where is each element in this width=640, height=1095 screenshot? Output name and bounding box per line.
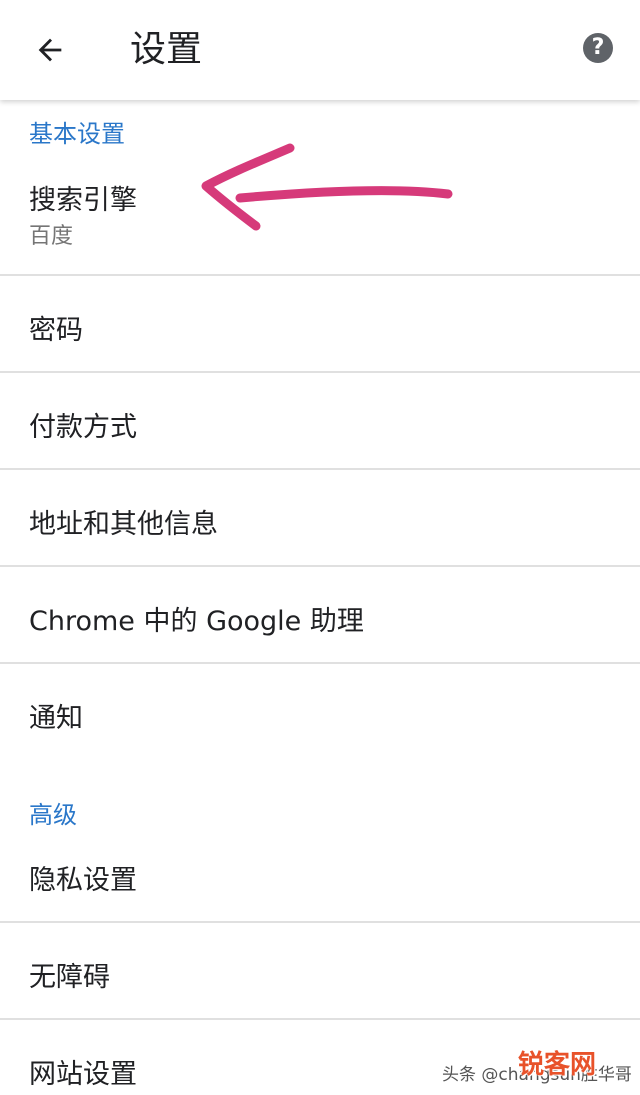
privacy-title: 隐私设置 (29, 865, 137, 896)
notifications-title: 通知 (29, 703, 83, 734)
accessibility-title: 无障碍 (29, 962, 110, 993)
settings-item-addresses[interactable]: 地址和其他信息 (0, 470, 640, 565)
passwords-title: 密码 (29, 315, 83, 346)
settings-item-search-engine[interactable]: 搜索引擎 百度 (0, 148, 640, 274)
settings-item-payment-methods[interactable]: 付款方式 (0, 373, 640, 468)
section-header-basic: 基本设置 (29, 120, 125, 148)
payment-methods-title: 付款方式 (29, 412, 137, 443)
settings-item-notifications[interactable]: 通知 (0, 664, 640, 759)
search-engine-title: 搜索引擎 (29, 185, 137, 216)
assistant-title: Chrome 中的 Google 助理 (29, 606, 364, 637)
search-engine-value: 百度 (29, 224, 74, 249)
arrow-left-icon (38, 38, 62, 62)
settings-item-google-assistant[interactable]: Chrome 中的 Google 助理 (0, 567, 640, 662)
addresses-title: 地址和其他信息 (29, 509, 218, 540)
site-settings-title: 网站设置 (29, 1059, 137, 1090)
settings-item-privacy[interactable]: 隐私设置 (0, 828, 640, 921)
section-header-advanced: 高级 (29, 801, 77, 829)
back-button[interactable] (26, 26, 74, 74)
watermark-logo: 锐客网 (518, 1050, 597, 1080)
app-bar: 设置 ? (0, 0, 640, 100)
settings-list: 基本设置 搜索引擎 百度 密码 付款方式 地址和其他信息 Chrome 中的 G… (0, 100, 640, 1095)
page-title: 设置 (130, 29, 203, 70)
help-button[interactable]: ? (578, 28, 618, 68)
settings-item-accessibility[interactable]: 无障碍 (0, 923, 640, 1018)
settings-item-passwords[interactable]: 密码 (0, 276, 640, 371)
help-circle-icon: ? (583, 33, 613, 63)
